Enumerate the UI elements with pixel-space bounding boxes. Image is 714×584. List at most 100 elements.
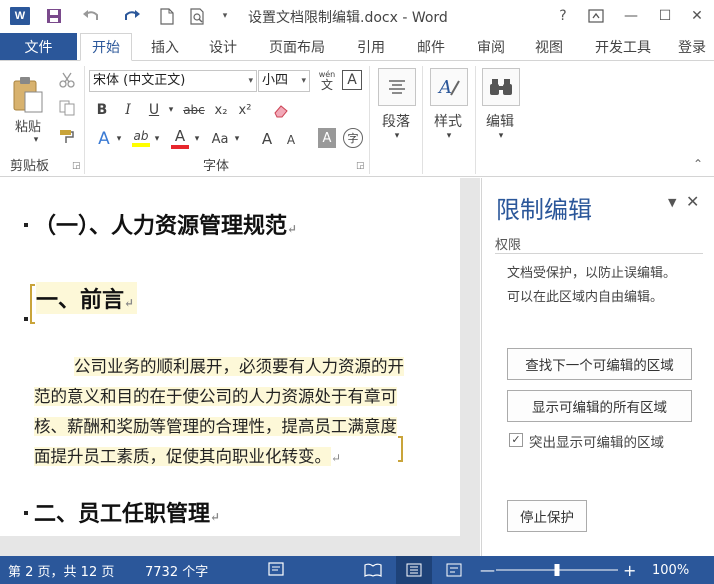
tab-view[interactable]: 视图 — [524, 33, 574, 61]
font-dialog-launcher[interactable]: ◲ — [356, 161, 365, 171]
superscript-button[interactable]: x² — [234, 99, 256, 121]
heading-2-text: 一、前言 — [36, 287, 125, 313]
bold-button[interactable]: B — [92, 99, 112, 121]
ribbon-display-options-button[interactable] — [585, 6, 607, 26]
word-count[interactable]: 7732 个字 — [145, 556, 208, 584]
subscript-button[interactable]: x₂ — [210, 99, 232, 121]
group-separator — [422, 66, 423, 174]
stop-protection-button[interactable]: 停止保护 — [507, 500, 587, 532]
enclose-characters-button[interactable]: 字 — [343, 128, 363, 148]
group-separator — [84, 66, 85, 174]
save-button[interactable] — [42, 5, 66, 27]
character-shading-button[interactable]: A — [318, 128, 336, 148]
zoom-thumb[interactable] — [554, 564, 560, 576]
strikethrough-button[interactable]: abc — [180, 99, 208, 121]
format-painter-button[interactable] — [56, 125, 78, 147]
window-title: 设置文档限制编辑.docx - Word — [248, 10, 448, 26]
clipboard-dialog-launcher[interactable]: ◲ — [72, 161, 81, 171]
highlight-options-button[interactable]: ▾ — [152, 127, 162, 151]
horizontal-scrollbar[interactable] — [0, 536, 480, 556]
character-border-button[interactable]: A — [342, 70, 362, 90]
zoom-out-button[interactable]: — — [480, 556, 495, 584]
styles-options-button[interactable]: ▾ — [444, 131, 454, 141]
tab-developer[interactable]: 开发工具 — [584, 33, 662, 61]
section-divider — [495, 253, 703, 254]
shrink-font-button[interactable]: A — [283, 129, 299, 151]
permissions-section-label: 权限 — [495, 238, 522, 253]
text-effects-options-button[interactable]: ▾ — [114, 127, 124, 151]
print-layout-button[interactable] — [396, 556, 432, 584]
paragraph-mark: ↵ — [331, 451, 342, 465]
editing-button[interactable] — [482, 68, 520, 106]
zoom-level[interactable]: 100% — [652, 556, 689, 584]
tab-mailings[interactable]: 邮件 — [406, 33, 456, 61]
font-color-button[interactable]: A — [170, 125, 190, 151]
paragraph-line-2: 范的意义和目的在于使公司的人力资源处于有章可 — [34, 382, 397, 412]
phonetic-guide-button[interactable]: wén 文 — [316, 69, 338, 93]
tab-references[interactable]: 引用 — [346, 33, 396, 61]
heading-1-text: （一）、人力资源管理规范 — [34, 213, 288, 239]
clear-formatting-button[interactable] — [270, 99, 292, 121]
tab-file[interactable]: 文件 — [0, 33, 77, 61]
maximize-button[interactable]: ☐ — [654, 6, 676, 26]
help-button[interactable]: ? — [552, 6, 574, 26]
chevron-down-icon: ▾ — [222, 11, 228, 21]
underline-button[interactable]: U — [144, 99, 164, 121]
highlight-letters: ab — [133, 129, 149, 143]
tab-home[interactable]: 开始 — [80, 33, 132, 61]
print-layout-icon — [406, 563, 422, 577]
read-mode-button[interactable] — [364, 556, 382, 584]
document-page[interactable]: （一）、人力资源管理规范↵ 一、前言↵ 公司业务的顺利展开，必须要有人力资源的开… — [0, 178, 460, 536]
collapse-ribbon-button[interactable]: ⌃ — [693, 157, 703, 171]
text-highlight-button[interactable]: ab — [130, 125, 152, 151]
change-case-options-button[interactable]: ▾ — [232, 127, 242, 151]
find-next-editable-region-button[interactable]: 查找下一个可编辑的区域 — [507, 348, 692, 380]
minimize-button[interactable]: — — [620, 6, 642, 26]
customize-quick-access-button[interactable]: ▾ — [218, 5, 232, 27]
highlight-editable-regions-checkbox[interactable]: ✓ — [509, 433, 523, 447]
print-preview-icon — [190, 7, 204, 25]
paste-button[interactable]: 粘贴 — [8, 69, 48, 141]
close-window-button[interactable]: ✕ — [686, 6, 708, 26]
page-indicator[interactable]: 第 2 页，共 12 页 — [8, 556, 114, 584]
paste-options-button[interactable]: ▾ — [30, 135, 42, 145]
tab-review[interactable]: 审阅 — [466, 33, 516, 61]
underline-options-button[interactable]: ▾ — [166, 99, 176, 121]
tab-design[interactable]: 设计 — [198, 33, 248, 61]
show-all-editable-regions-button[interactable]: 显示可编辑的所有区域 — [507, 390, 692, 422]
tab-page-layout[interactable]: 页面布局 — [258, 33, 336, 61]
tab-insert[interactable]: 插入 — [140, 33, 190, 61]
editing-options-button[interactable]: ▾ — [496, 131, 506, 141]
pane-options-button[interactable]: ▼ — [668, 196, 676, 209]
font-name-dropdown[interactable]: 宋体 (中文正文) ▾ — [89, 70, 257, 92]
word-app-icon[interactable]: W — [10, 7, 30, 25]
chevron-down-icon: ▾ — [154, 134, 160, 144]
sign-in-link[interactable]: 登录 — [670, 33, 714, 61]
change-case-button[interactable]: Aa — [208, 127, 232, 151]
heading-3: 二、员工任职管理↵ — [34, 496, 220, 528]
paragraph-options-button[interactable]: ▾ — [392, 131, 402, 141]
print-preview-button[interactable] — [186, 5, 210, 27]
new-document-button[interactable] — [156, 5, 178, 27]
redo-button[interactable] — [120, 5, 144, 27]
copy-button[interactable] — [56, 97, 78, 119]
paragraph-button[interactable] — [378, 68, 416, 106]
paragraph-group-label: 段落 — [382, 114, 410, 130]
cut-button[interactable] — [56, 69, 78, 91]
pane-close-button[interactable]: ✕ — [686, 192, 699, 211]
text-effects-button[interactable]: A — [94, 127, 114, 151]
paragraph-line-1-text: 公司业务的顺利展开，必须要有人力资源的开 — [74, 357, 404, 376]
italic-button[interactable]: I — [118, 99, 138, 121]
proofing-status[interactable] — [268, 556, 286, 584]
web-layout-button[interactable] — [446, 556, 462, 584]
zoom-slider[interactable] — [496, 556, 618, 584]
font-size-dropdown[interactable]: 小四 ▾ — [258, 70, 310, 92]
heading-bullet — [24, 223, 28, 227]
chevron-down-icon: ▾ — [194, 134, 200, 144]
zoom-in-button[interactable]: + — [623, 556, 636, 584]
protection-description-1: 文档受保护，以防止误编辑。 — [507, 266, 677, 281]
undo-button[interactable] — [76, 5, 106, 27]
font-color-options-button[interactable]: ▾ — [192, 127, 202, 151]
grow-font-button[interactable]: A — [258, 127, 276, 151]
styles-button[interactable]: A — [430, 68, 468, 106]
